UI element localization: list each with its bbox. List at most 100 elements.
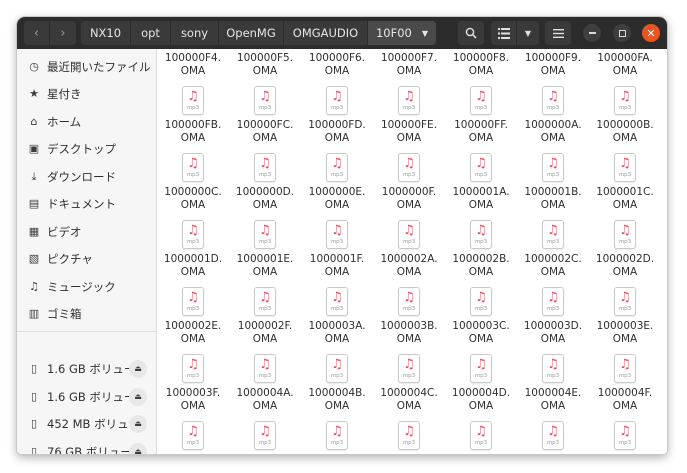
sidebar-item-volume-3[interactable]: ▯ 452 MB ボリューム ⏏ — [17, 410, 156, 437]
file-item[interactable]: ♫ mp3 1000000A. OMA — [517, 86, 589, 148]
eject-icon[interactable]: ⏏ — [129, 359, 147, 378]
audio-file-icon: ♫ mp3 — [182, 220, 204, 249]
maximize-button[interactable] — [613, 24, 631, 42]
file-item[interactable]: ♫mp3100000F9. OMA — [517, 49, 589, 81]
file-item[interactable]: ♫ mp3 1000003B. OMA — [373, 287, 445, 349]
sidebar-item-pictures[interactable]: ▧ ピクチャ — [17, 245, 156, 272]
file-item[interactable]: ♫ mp3 1000002F. OMA — [229, 287, 301, 349]
file-item[interactable]: ♫ mp3 1000004F. OMA — [589, 354, 661, 416]
breadcrumb-item-current[interactable]: 10F00 ▼ — [368, 21, 436, 45]
music-note-icon: ♫ — [619, 357, 631, 372]
audio-file-icon: ♫ mp3 — [326, 421, 348, 450]
list-view-button[interactable] — [491, 21, 517, 45]
file-item[interactable]: ♫ mp3 1000001F. OMA — [301, 220, 373, 282]
sidebar-item-desktop[interactable]: ▣ デスクトップ — [17, 135, 156, 162]
file-extension-label: mp3 — [546, 172, 560, 178]
file-item[interactable]: ♫ mp3 — [445, 421, 517, 454]
breadcrumb-item-omgaudio[interactable]: OMGAUDIO — [284, 21, 368, 45]
file-manager-window: ‹ › NX10 opt sony OpenMG OMGAUDIO 10F00 … — [17, 17, 667, 454]
sidebar-item-trash[interactable]: ▥ ゴミ箱 — [17, 300, 156, 327]
audio-file-icon: ♫ mp3 — [254, 354, 276, 383]
file-item[interactable]: ♫ mp3 100000FE. OMA — [373, 86, 445, 148]
file-item[interactable]: ♫ mp3 1000002A. OMA — [373, 220, 445, 282]
music-note-icon: ♫ — [403, 357, 415, 372]
file-item[interactable]: ♫ mp3 1000002D. OMA — [589, 220, 661, 282]
eject-icon[interactable]: ⏏ — [129, 387, 147, 406]
file-item[interactable]: ♫ mp3 100000FB. OMA — [158, 86, 229, 148]
file-item[interactable]: ♫ mp3 100000FC. OMA — [229, 86, 301, 148]
file-item[interactable]: ♫ mp3 1000001C. OMA — [589, 153, 661, 215]
file-item[interactable]: ♫ mp3 — [158, 421, 229, 454]
sidebar-item-documents[interactable]: ▤ ドキュメント — [17, 190, 156, 217]
file-item[interactable]: ♫ mp3 1000003D. OMA — [517, 287, 589, 349]
main-menu-button[interactable] — [545, 21, 571, 45]
sidebar-item-downloads[interactable]: ⤓ ダウンロード — [17, 163, 156, 190]
file-item[interactable]: ♫ mp3 1000003C. OMA — [445, 287, 517, 349]
sidebar-item-volume-4[interactable]: ▯ 76 GB ボリューム ⏏ — [17, 438, 156, 454]
eject-icon[interactable]: ⏏ — [129, 414, 147, 433]
file-name: 1000003A. OMA — [308, 320, 366, 345]
view-options-button[interactable]: ▼ — [517, 21, 539, 45]
sidebar-item-starred[interactable]: ★ 星付き — [17, 80, 156, 107]
file-item[interactable]: ♫ mp3 1000004A. OMA — [229, 354, 301, 416]
file-item[interactable]: ♫ mp3 1000002C. OMA — [517, 220, 589, 282]
sidebar-item-recent[interactable]: ◷ 最近開いたファイル — [17, 53, 156, 80]
forward-button[interactable]: › — [50, 21, 76, 45]
file-extension-label: mp3 — [474, 105, 488, 111]
back-button[interactable]: ‹ — [24, 21, 50, 45]
file-item[interactable]: ♫ mp3 1000001B. OMA — [517, 153, 589, 215]
file-name: 1000003D. OMA — [523, 320, 583, 345]
minimize-button[interactable] — [583, 24, 601, 42]
file-item[interactable]: ♫ mp3 100000FF. OMA — [445, 86, 517, 148]
file-item[interactable]: ♫ mp3 1000000F. OMA — [373, 153, 445, 215]
file-item[interactable]: ♫mp3100000F4. OMA — [158, 49, 229, 81]
file-extension-label: mp3 — [546, 373, 560, 379]
file-item[interactable]: ♫ mp3 1000000C. OMA — [158, 153, 229, 215]
file-item[interactable]: ♫ mp3 1000002B. OMA — [445, 220, 517, 282]
file-item[interactable]: ♫ mp3 — [229, 421, 301, 454]
file-item[interactable]: ♫ mp3 1000001A. OMA — [445, 153, 517, 215]
file-name: 100000FF. OMA — [454, 119, 508, 144]
file-item[interactable]: ♫ mp3 1000004D. OMA — [445, 354, 517, 416]
file-item[interactable]: ♫mp3100000F6. OMA — [301, 49, 373, 81]
sidebar-item-home[interactable]: ⌂ ホーム — [17, 108, 156, 135]
breadcrumb-item-openmg[interactable]: OpenMG — [219, 21, 284, 45]
sidebar-item-volume-2[interactable]: ▯ 1.6 GB ボリューム ⏏ — [17, 383, 156, 410]
breadcrumb-item-opt[interactable]: opt — [131, 21, 171, 45]
music-note-icon: ♫ — [259, 290, 271, 305]
file-item[interactable]: ♫ mp3 1000000B. OMA — [589, 86, 661, 148]
file-item[interactable]: ♫mp3100000F8. OMA — [445, 49, 517, 81]
file-item[interactable]: ♫ mp3 1000003A. OMA — [301, 287, 373, 349]
file-item[interactable]: ♫ mp3 1000000D. OMA — [229, 153, 301, 215]
breadcrumb-item-nx10[interactable]: NX10 — [81, 21, 131, 45]
file-item[interactable]: ♫mp3100000F5. OMA — [229, 49, 301, 81]
eject-icon[interactable]: ⏏ — [129, 442, 147, 454]
file-item[interactable]: ♫ mp3 1000000E. OMA — [301, 153, 373, 215]
audio-file-icon: ♫ mp3 — [614, 220, 636, 249]
file-item[interactable]: ♫ mp3 — [373, 421, 445, 454]
file-item[interactable]: ♫ mp3 — [589, 421, 661, 454]
sidebar-item-videos[interactable]: ▦ ビデオ — [17, 218, 156, 245]
sidebar-item-volume-1[interactable]: ▯ 1.6 GB ボリューム ⏏ — [17, 355, 156, 382]
file-item[interactable]: ♫ mp3 100000FD. OMA — [301, 86, 373, 148]
file-item[interactable]: ♫ mp3 — [301, 421, 373, 454]
music-note-icon: ♫ — [259, 424, 271, 439]
file-item[interactable]: ♫mp3100000F7. OMA — [373, 49, 445, 81]
file-item[interactable]: ♫ mp3 1000003E. OMA — [589, 287, 661, 349]
file-item[interactable]: ♫ mp3 1000004E. OMA — [517, 354, 589, 416]
breadcrumb-item-sony[interactable]: sony — [171, 21, 219, 45]
file-item[interactable]: ♫ mp3 1000004C. OMA — [373, 354, 445, 416]
audio-file-icon: ♫ mp3 — [326, 354, 348, 383]
audio-file-icon: ♫ mp3 — [254, 86, 276, 115]
sidebar-item-music[interactable]: ♫ ミュージック — [17, 273, 156, 300]
music-note-icon: ♫ — [475, 156, 487, 171]
file-item[interactable]: ♫mp3100000FA. OMA — [589, 49, 661, 81]
file-item[interactable]: ♫ mp3 1000004B. OMA — [301, 354, 373, 416]
file-item[interactable]: ♫ mp3 1000001E. OMA — [229, 220, 301, 282]
search-button[interactable] — [458, 21, 484, 45]
close-button[interactable]: ✕ — [642, 24, 660, 42]
file-item[interactable]: ♫ mp3 — [517, 421, 589, 454]
file-item[interactable]: ♫ mp3 1000002E. OMA — [158, 287, 229, 349]
file-item[interactable]: ♫ mp3 1000001D. OMA — [158, 220, 229, 282]
file-item[interactable]: ♫ mp3 1000003F. OMA — [158, 354, 229, 416]
